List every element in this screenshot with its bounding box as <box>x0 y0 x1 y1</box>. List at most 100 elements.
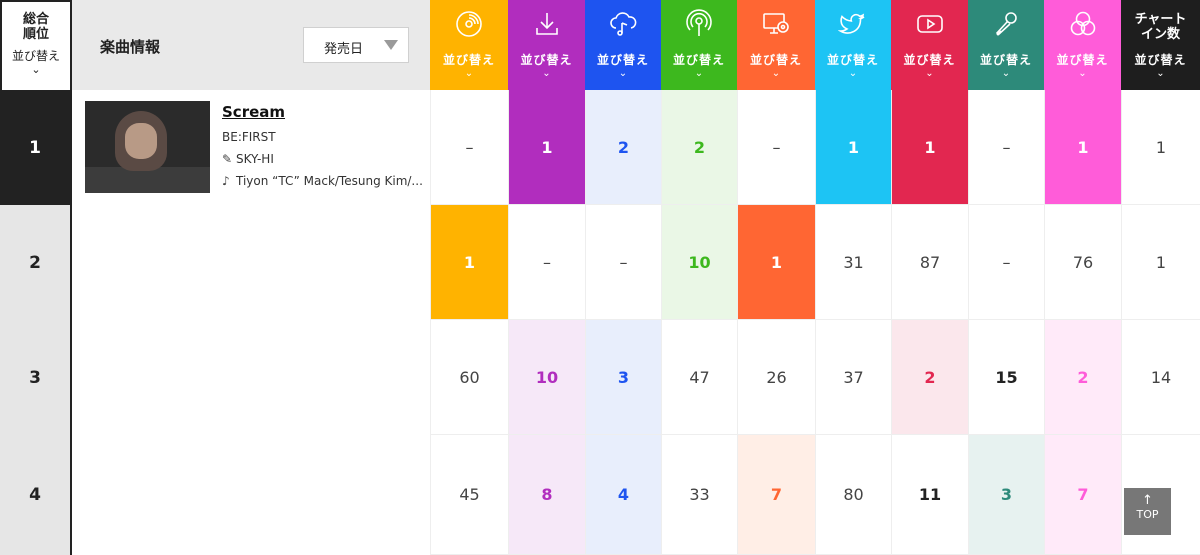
youtube-icon <box>915 9 945 39</box>
disc-icon <box>454 9 484 39</box>
rank-value-cell: 1 <box>891 90 968 205</box>
chevron-down-icon: ⌄ <box>31 63 41 76</box>
rank-value-cell: 3 <box>585 320 661 435</box>
release-date-select[interactable]: 発売日 <box>303 27 409 63</box>
chart-in-count-cell: 14 <box>1121 320 1200 435</box>
rank-value-cell: 4 <box>585 435 661 555</box>
sort-label: 並び替え <box>442 53 495 67</box>
sort-label: 並び替え <box>672 53 725 67</box>
twitter-icon <box>837 9 868 39</box>
rank-value-cell: 1 <box>508 90 585 205</box>
chart-in-header-line2: イン数 <box>1140 27 1180 42</box>
broadcast-icon <box>684 9 714 39</box>
chevron-down-icon: ⌄ <box>464 68 474 79</box>
rank-value-cell: 2 <box>661 90 737 205</box>
release-date-select-value: 発売日 <box>324 42 364 57</box>
rank-value-cell: 15 <box>968 320 1044 435</box>
sort-label: 並び替え <box>1134 53 1187 67</box>
rank-value-cell: 26 <box>737 320 815 435</box>
sort-label: 並び替え <box>826 53 879 67</box>
sort-label: 並び替え <box>979 53 1032 67</box>
rank-value-cell: 1 <box>815 90 891 205</box>
rank-cell: 2 <box>0 205 72 320</box>
rank-value-cell: 1 <box>1044 90 1121 205</box>
back-to-top-label: TOP <box>1136 508 1159 521</box>
chevron-down-icon: ⌄ <box>771 68 781 79</box>
sort-header-cloud-music[interactable]: 並び替え ⌄ <box>585 0 661 90</box>
rank-value-cell: – <box>508 205 585 320</box>
music-note-icon: ♪ <box>222 174 230 188</box>
download-icon <box>532 9 562 39</box>
rank-cell: 4 <box>0 435 72 555</box>
sort-header-twitter[interactable]: 並び替え ⌄ <box>815 0 891 90</box>
rank-value-cell: – <box>585 205 661 320</box>
chevron-down-icon: ⌄ <box>618 68 628 79</box>
composer-line: ♪ Tiyon “TC” Mack/Tesung Kim/... <box>222 174 423 188</box>
artist-name: BE:FIRST <box>222 130 276 144</box>
rank-header-line2: 順位 <box>22 27 49 42</box>
rank-value-cell: 2 <box>1044 320 1121 435</box>
back-to-top-button[interactable]: ↑ TOP <box>1124 488 1171 535</box>
rank-value-cell: 1 <box>430 205 508 320</box>
rank-value-cell: – <box>737 90 815 205</box>
chevron-down-icon: ⌄ <box>694 68 704 79</box>
rank-cell: 1 <box>0 90 72 205</box>
chevron-down-icon: ⌄ <box>848 68 858 79</box>
song-title-link[interactable]: Scream <box>222 103 285 121</box>
sort-label: 並び替え <box>749 53 802 67</box>
rank-value-cell: 80 <box>815 435 891 555</box>
sort-header-download[interactable]: 並び替え ⌄ <box>508 0 585 90</box>
chart-in-count-cell: 1 <box>1121 205 1200 320</box>
sort-label: 並び替え <box>520 53 573 67</box>
rank-value-cell: – <box>430 90 508 205</box>
rank-value-cell: 3 <box>968 435 1044 555</box>
chart-in-header-line1: チャート <box>1134 12 1187 27</box>
chevron-down-icon: ⌄ <box>925 68 934 79</box>
sort-header-disc[interactable]: 並び替え ⌄ <box>430 0 508 90</box>
chart-table: 総合 順位 並び替え ⌄ 楽曲情報 発売日 チャート イン数 並び替え ⌄ 並び… <box>0 0 1200 555</box>
rank-value-cell: 37 <box>815 320 891 435</box>
arrow-up-icon: ↑ <box>1142 493 1153 508</box>
monitor-disc-icon <box>761 9 791 39</box>
song-info-cell <box>72 205 430 320</box>
lyricist-line: ✎ SKY-HI <box>222 152 274 166</box>
chevron-down-icon: ⌄ <box>1156 68 1165 79</box>
video-thumbnail[interactable] <box>85 101 210 193</box>
chart-in-sort-header[interactable]: チャート イン数 並び替え ⌄ <box>1121 0 1200 90</box>
pencil-icon: ✎ <box>222 152 233 166</box>
rank-sort-header[interactable]: 総合 順位 並び替え ⌄ <box>0 0 72 90</box>
sort-header-microphone[interactable]: 並び替え ⌄ <box>968 0 1044 90</box>
rank-value-cell: 10 <box>661 205 737 320</box>
microphone-icon <box>991 9 1021 39</box>
rank-value-cell: 47 <box>661 320 737 435</box>
rank-value-cell: – <box>968 90 1044 205</box>
rank-value-cell: 7 <box>1044 435 1121 555</box>
chevron-down-icon: ⌄ <box>542 68 551 79</box>
chevron-down-icon: ⌄ <box>1078 68 1087 79</box>
sort-label: 並び替え <box>596 53 649 67</box>
rank-value-cell: 7 <box>737 435 815 555</box>
rank-value-cell: 33 <box>661 435 737 555</box>
sort-header-monitor-disc[interactable]: 並び替え ⌄ <box>737 0 815 90</box>
rank-value-cell: 10 <box>508 320 585 435</box>
sort-label: 並び替え <box>11 49 60 63</box>
song-info-cell: Scream BE:FIRST ✎ SKY-HI ♪ Tiyon “TC” Mack/Te… <box>72 90 430 205</box>
lyricist-name: SKY-HI <box>236 152 274 166</box>
chevron-down-icon: ⌄ <box>1001 68 1011 79</box>
cloud-music-icon <box>608 9 638 39</box>
rank-cell: 3 <box>0 320 72 435</box>
chart-in-count-cell: 1 <box>1121 90 1200 205</box>
rank-value-cell: 31 <box>815 205 891 320</box>
rank-value-cell: – <box>968 205 1044 320</box>
rank-value-cell: 60 <box>430 320 508 435</box>
song-info-cell <box>72 435 430 555</box>
rank-value-cell: 1 <box>737 205 815 320</box>
sort-header-youtube[interactable]: 並び替え ⌄ <box>891 0 968 90</box>
song-info-cell <box>72 320 430 435</box>
sort-header-circles[interactable]: 並び替え ⌄ <box>1044 0 1121 90</box>
rank-value-cell: 11 <box>891 435 968 555</box>
rank-value-cell: 45 <box>430 435 508 555</box>
rank-value-cell: 87 <box>891 205 968 320</box>
song-info-header: 楽曲情報 発売日 <box>72 0 430 90</box>
sort-header-broadcast[interactable]: 並び替え ⌄ <box>661 0 737 90</box>
